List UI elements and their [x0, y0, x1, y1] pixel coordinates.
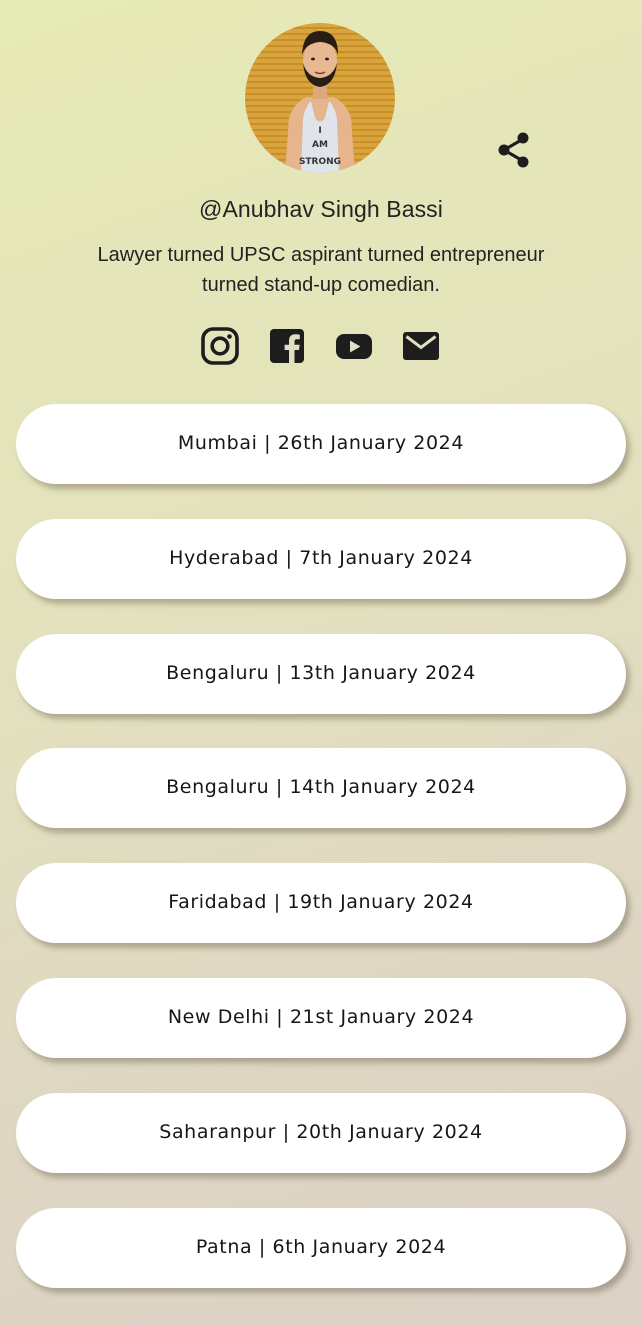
event-links: Mumbai | 26th January 2024 Hyderabad | 7…	[16, 404, 626, 1322]
social-icons	[0, 326, 642, 366]
email-icon[interactable]	[401, 326, 441, 366]
event-link-mumbai[interactable]: Mumbai | 26th January 2024	[16, 404, 626, 484]
youtube-icon[interactable]	[334, 326, 374, 366]
shirt-text-2: AM	[312, 140, 328, 150]
shirt-text-3: STRONG	[299, 157, 341, 167]
event-link-saharanpur[interactable]: Saharanpur | 20th January 2024	[16, 1092, 626, 1173]
event-link-patna[interactable]: Patna | 6th January 2024	[16, 1207, 626, 1288]
share-icon[interactable]	[495, 130, 533, 170]
event-link-faridabad[interactable]: Faridabad | 19th January 2024	[16, 863, 626, 944]
profile-username: @Anubhav Singh Bassi	[199, 196, 443, 222]
event-link-hyderabad[interactable]: Hyderabad | 7th January 2024	[16, 518, 626, 599]
event-link-bengaluru-14[interactable]: Bengaluru | 14th January 2024	[16, 748, 626, 829]
profile-avatar: I AM STRONG	[245, 23, 395, 173]
shirt-text-1: I	[318, 126, 321, 136]
profile-bio: Lawyer turned UPSC aspirant turned entre…	[97, 244, 545, 296]
facebook-icon[interactable]	[267, 326, 307, 366]
instagram-icon[interactable]	[200, 326, 240, 366]
event-link-new-delhi[interactable]: New Delhi | 21st January 2024	[16, 977, 626, 1058]
event-link-bengaluru-13[interactable]: Bengaluru | 13th January 2024	[16, 633, 626, 714]
